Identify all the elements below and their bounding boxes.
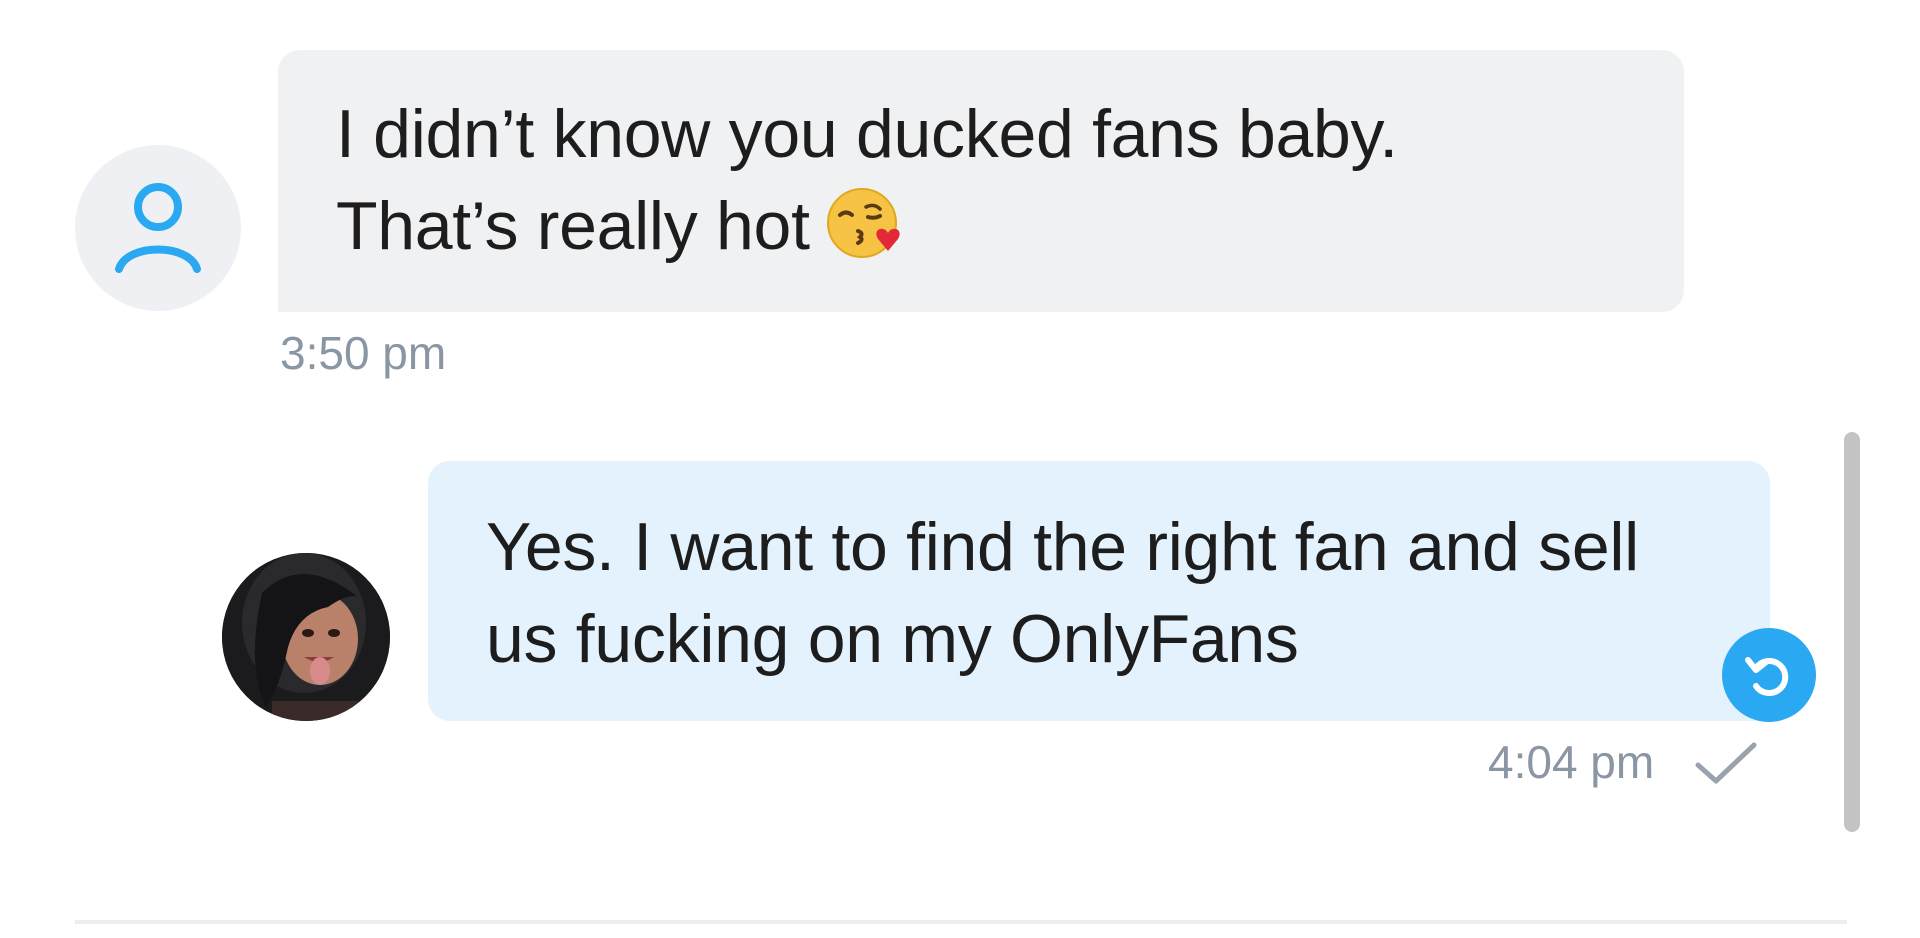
sent-check-icon bbox=[1694, 741, 1758, 792]
incoming-message-bubble[interactable]: I didn’t know you ducked fans baby. That… bbox=[278, 50, 1684, 312]
message-text-line: us fucking on my OnlyFans bbox=[486, 601, 1299, 677]
creator-avatar[interactable] bbox=[222, 553, 390, 721]
undo-button[interactable] bbox=[1722, 628, 1816, 722]
outgoing-message-bubble[interactable]: Yes. I want to find the right fan and se… bbox=[428, 461, 1770, 721]
scrollbar-thumb[interactable] bbox=[1844, 432, 1860, 832]
profile-photo-image bbox=[222, 553, 390, 721]
user-icon bbox=[115, 183, 201, 273]
message-text-line: I didn’t know you ducked fans baby. bbox=[336, 96, 1398, 172]
undo-icon bbox=[1745, 657, 1789, 696]
message-text-line: Yes. I want to find the right fan and se… bbox=[486, 509, 1639, 585]
sender-avatar[interactable] bbox=[75, 145, 241, 311]
message-timestamp: 3:50 pm bbox=[280, 327, 447, 379]
kiss-emoji-icon bbox=[824, 181, 906, 286]
message-timestamp: 4:04 pm bbox=[1488, 736, 1655, 788]
chat-thread: I didn’t know you ducked fans baby. That… bbox=[0, 0, 1920, 938]
divider bbox=[75, 920, 1847, 924]
message-text-line-content: That’s really hot bbox=[336, 188, 810, 264]
message-text-line: That’s really hot bbox=[336, 180, 1684, 286]
